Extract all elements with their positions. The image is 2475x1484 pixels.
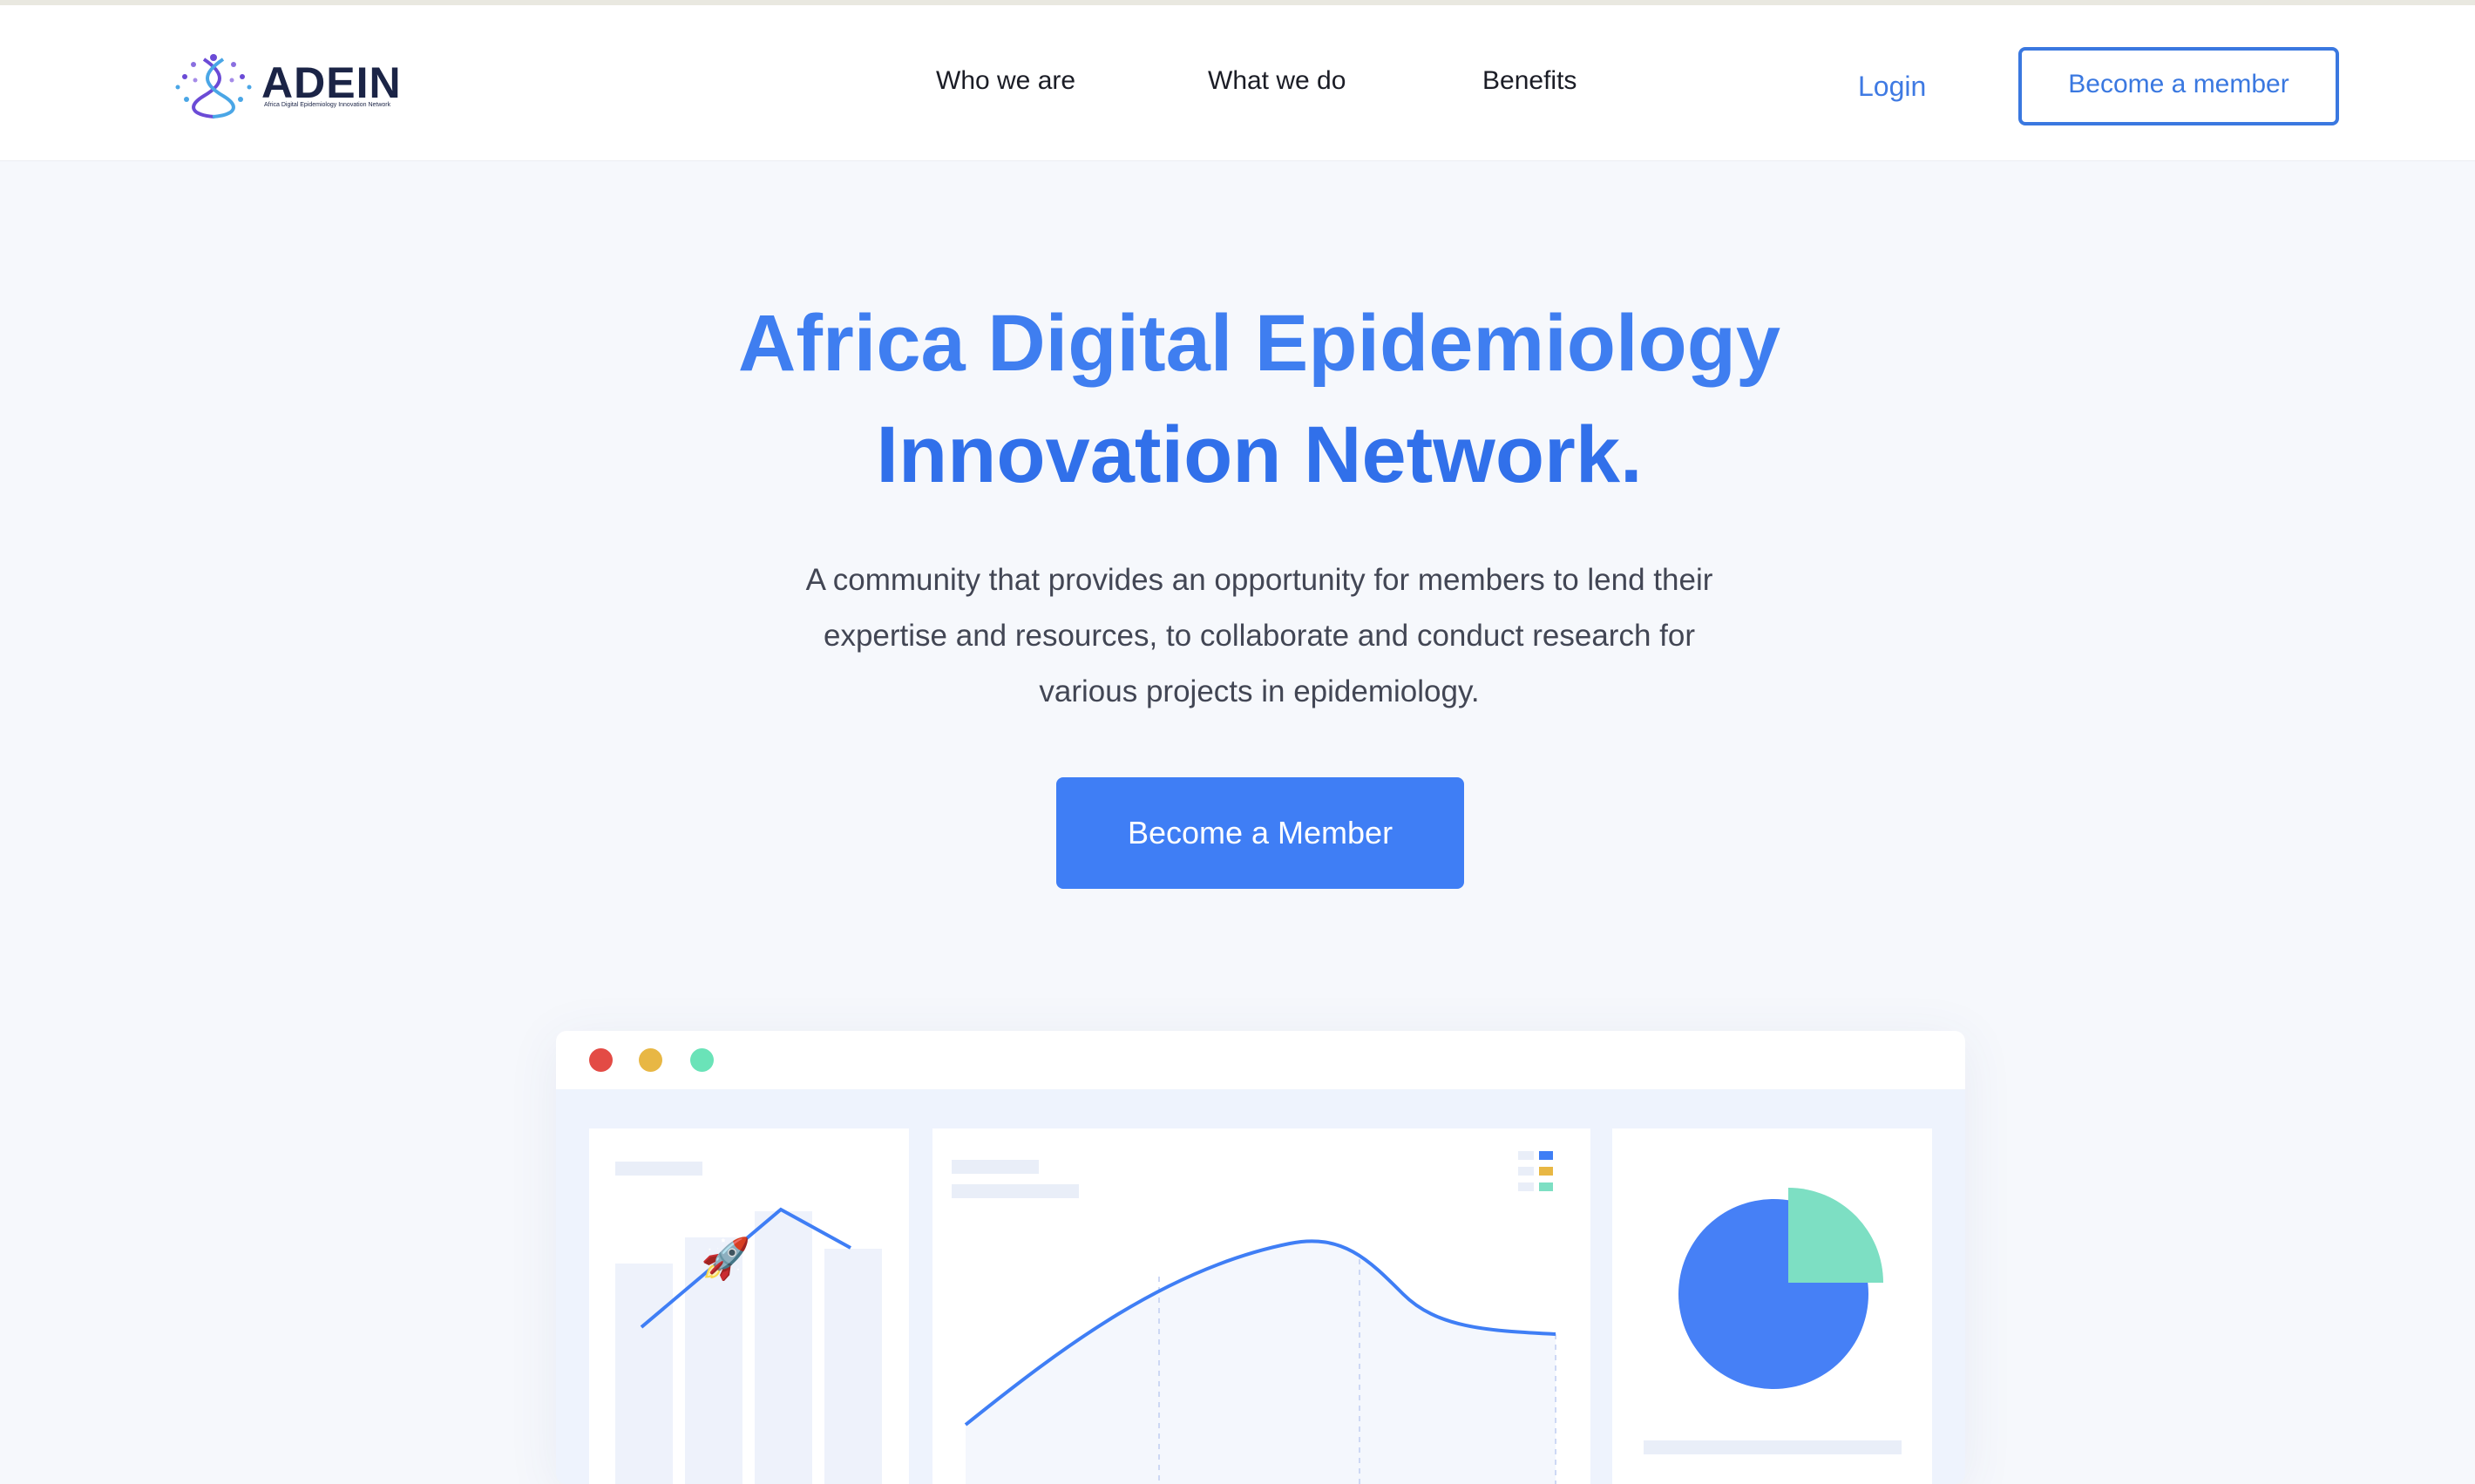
pie-chart-illustration <box>1644 1188 1902 1454</box>
window-minimize-dot <box>639 1048 662 1072</box>
become-member-cta-button[interactable]: Become a Member <box>1056 777 1464 889</box>
legend-swatch-amber <box>1539 1167 1553 1176</box>
hero-subtitle-line-1: A community that provides an opportunity… <box>805 563 1713 597</box>
legend-swatch-blue <box>1539 1151 1553 1160</box>
nav-who-we-are[interactable]: Who we are <box>936 66 1075 96</box>
browser-title-bar <box>556 1031 1965 1089</box>
placeholder-subtitle <box>952 1184 1079 1198</box>
legend-placeholder-1 <box>1518 1151 1534 1160</box>
placeholder-title <box>952 1160 1039 1174</box>
pie-teal-slice <box>1788 1188 1883 1283</box>
logo-wordmark: ADEIN <box>261 58 402 107</box>
bar-4 <box>824 1249 882 1484</box>
line-chart-illustration <box>952 1151 1556 1484</box>
nav-benefits[interactable]: Benefits <box>1482 66 1577 96</box>
login-link[interactable]: Login <box>1858 71 1926 103</box>
placeholder-bar <box>615 1162 702 1176</box>
bar-chart-card: 🚀 <box>589 1128 909 1484</box>
placeholder-caption <box>1644 1440 1902 1454</box>
logo[interactable]: ADEIN Africa Digital Epidemiology Innova… <box>174 54 401 119</box>
bar-3 <box>755 1211 812 1484</box>
legend-placeholder-2 <box>1518 1167 1534 1176</box>
curve-area <box>966 1241 1556 1484</box>
bar-chart-illustration: 🚀 <box>615 1162 882 1484</box>
bar-1 <box>615 1264 673 1484</box>
hero-title-line-2: Innovation Network. <box>876 410 1643 499</box>
rocket-icon: 🚀 <box>701 1235 750 1282</box>
become-member-header-button[interactable]: Become a member <box>2018 47 2339 125</box>
legend-swatch-teal <box>1539 1182 1553 1191</box>
logo-tagline: Africa Digital Epidemiology Innovation N… <box>264 102 391 108</box>
site-header: ADEIN Africa Digital Epidemiology Innova… <box>0 5 2475 161</box>
window-close-dot <box>589 1048 613 1072</box>
legend-placeholder-3 <box>1518 1182 1534 1191</box>
dna-logo-icon <box>175 54 252 119</box>
hero-title-line-1: Africa Digital Epidemiology <box>737 299 1781 388</box>
hero-subtitle: A community that provides an opportunity… <box>715 552 1804 720</box>
hero-subtitle-line-3: various projects in epidemiology. <box>1039 674 1480 708</box>
nav-what-we-do[interactable]: What we do <box>1208 66 1346 96</box>
hero-subtitle-line-2: expertise and resources, to collaborate … <box>823 619 1695 653</box>
window-maximize-dot <box>690 1048 714 1072</box>
hero-title: Africa Digital Epidemiology Innovation N… <box>453 288 2065 511</box>
line-chart-card <box>932 1128 1590 1484</box>
dashboard-illustration: 🚀 <box>556 1031 1965 1484</box>
pie-chart-card <box>1612 1128 1932 1484</box>
